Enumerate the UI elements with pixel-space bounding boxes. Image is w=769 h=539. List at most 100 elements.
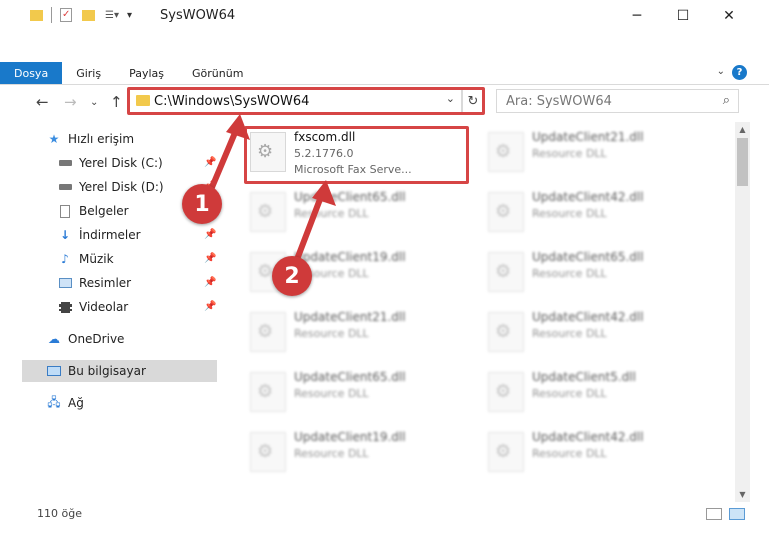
new-folder-icon[interactable]	[82, 9, 95, 21]
customize-toolbar-icon[interactable]: ▾	[127, 10, 132, 21]
sidebar-item-downloads[interactable]: ↓ İndirmeler	[57, 224, 141, 246]
document-icon	[57, 204, 73, 218]
file-name: UpdateClient42.dll	[532, 430, 644, 444]
sidebar-item-label: OneDrive	[68, 332, 125, 346]
sidebar-item-label: Yerel Disk (C:)	[79, 156, 163, 170]
sidebar-item-label: İndirmeler	[79, 228, 141, 242]
up-button[interactable]: ↑	[110, 93, 123, 111]
back-button[interactable]: ←	[36, 93, 49, 111]
chevron-down-icon[interactable]: ⌄	[717, 66, 725, 77]
file-description: Resource DLL	[532, 327, 607, 340]
dll-file-icon	[250, 312, 286, 352]
close-button[interactable]: ✕	[706, 0, 752, 31]
sidebar-item-label: Ağ	[68, 396, 84, 410]
scroll-up-arrow-icon[interactable]: ▲	[735, 122, 750, 137]
tab-paylas[interactable]: Paylaş	[115, 62, 178, 84]
file-item[interactable]: UpdateClient21.dll Resource DLL	[482, 126, 702, 182]
folder-icon[interactable]	[30, 9, 43, 21]
pin-icon[interactable]: 📌	[204, 253, 216, 264]
sidebar-item-music[interactable]: ♪ Müzik	[57, 248, 114, 270]
sidebar-item-this-pc[interactable]: Bu bilgisayar	[22, 360, 217, 382]
dll-file-icon	[488, 372, 524, 412]
tab-giris[interactable]: Giriş	[62, 62, 115, 84]
file-name: UpdateClient5.dll	[532, 370, 636, 384]
item-count: 110 öğe	[37, 507, 82, 520]
divider	[51, 7, 52, 23]
file-highlight-box	[244, 126, 469, 184]
scroll-down-arrow-icon[interactable]: ▼	[735, 487, 750, 502]
drive-icon	[57, 156, 73, 170]
pin-icon[interactable]: 📌	[204, 157, 216, 168]
address-highlight-box	[127, 87, 485, 115]
sidebar-item-network[interactable]: 🖧 Ağ	[46, 392, 84, 414]
file-item[interactable]: UpdateClient19.dll Resource DLL	[244, 426, 464, 482]
tab-gorunum[interactable]: Görünüm	[178, 62, 257, 84]
file-name: UpdateClient42.dll	[532, 190, 644, 204]
sidebar-item-label: Bu bilgisayar	[68, 364, 146, 378]
dll-file-icon	[488, 132, 524, 172]
file-item[interactable]: UpdateClient65.dll Resource DLL	[244, 186, 464, 242]
sidebar-item-pictures[interactable]: Resimler	[57, 272, 131, 294]
picture-icon	[57, 276, 73, 290]
file-item[interactable]: UpdateClient21.dll Resource DLL	[244, 306, 464, 362]
scrollbar-thumb[interactable]	[737, 138, 748, 186]
ribbon-tabs: Dosya Giriş Paylaş Görünüm	[0, 62, 257, 84]
computer-icon	[46, 364, 62, 378]
sidebar-item-label: Belgeler	[79, 204, 129, 218]
file-description: Resource DLL	[294, 327, 369, 340]
sidebar-item-onedrive[interactable]: ☁ OneDrive	[46, 328, 124, 350]
file-item[interactable]: UpdateClient42.dll Resource DLL	[482, 306, 702, 362]
search-placeholder: Ara: SysWOW64	[506, 93, 612, 109]
search-input[interactable]: Ara: SysWOW64 ⌕	[496, 89, 739, 113]
callout-2: 2	[272, 256, 312, 296]
dll-file-icon	[488, 432, 524, 472]
maximize-button[interactable]: ☐	[660, 0, 706, 31]
dll-file-icon	[250, 192, 286, 232]
file-name: UpdateClient19.dll	[294, 430, 406, 444]
sidebar-item-documents[interactable]: Belgeler	[57, 200, 129, 222]
callout-1: 1	[182, 184, 222, 224]
pin-icon[interactable]: 📌	[204, 277, 216, 288]
file-name: UpdateClient21.dll	[532, 130, 644, 144]
file-description: Resource DLL	[532, 147, 607, 160]
large-icons-view-icon[interactable]	[729, 508, 745, 520]
dll-file-icon	[488, 252, 524, 292]
sidebar-item-label: Resimler	[79, 276, 132, 290]
sidebar-item-quick-access[interactable]: ★ Hızlı erişim	[46, 128, 134, 150]
view-icon[interactable]: ☰▾	[105, 10, 119, 21]
file-description: Resource DLL	[532, 447, 607, 460]
recent-locations-button[interactable]: ⌄	[90, 97, 98, 108]
file-description: Resource DLL	[532, 207, 607, 220]
file-name: UpdateClient65.dll	[532, 250, 644, 264]
properties-icon[interactable]: ✓	[60, 8, 72, 22]
file-description: Resource DLL	[532, 387, 607, 400]
sidebar-item-local-disk-d[interactable]: Yerel Disk (D:)	[57, 176, 164, 198]
file-item[interactable]: UpdateClient42.dll Resource DLL	[482, 186, 702, 242]
download-icon: ↓	[59, 228, 71, 242]
file-item[interactable]: UpdateClient5.dll Resource DLL	[482, 366, 702, 422]
divider	[0, 84, 769, 85]
file-item[interactable]: UpdateClient65.dll Resource DLL	[244, 366, 464, 422]
minimize-button[interactable]: ─	[614, 0, 660, 31]
star-icon: ★	[48, 132, 60, 146]
sidebar-item-local-disk-c[interactable]: Yerel Disk (C:)	[57, 152, 163, 174]
file-description: Resource DLL	[294, 447, 369, 460]
sidebar-item-label: Müzik	[79, 252, 114, 266]
tab-dosya[interactable]: Dosya	[0, 62, 63, 84]
file-item[interactable]: UpdateClient42.dll Resource DLL	[482, 426, 702, 482]
quick-access-toolbar: ✓ ☰▾ ▾	[30, 7, 132, 23]
details-view-icon[interactable]	[706, 508, 722, 520]
file-name: UpdateClient21.dll	[294, 310, 406, 324]
window-title: SysWOW64	[160, 8, 236, 23]
forward-button[interactable]: →	[64, 93, 77, 111]
pin-icon[interactable]: 📌	[204, 301, 216, 312]
sidebar-item-label: Videolar	[79, 300, 129, 314]
search-icon[interactable]: ⌕	[723, 93, 730, 108]
file-description: Resource DLL	[294, 387, 369, 400]
file-item[interactable]: UpdateClient65.dll Resource DLL	[482, 246, 702, 302]
help-icon[interactable]: ?	[732, 65, 747, 80]
network-icon: 🖧	[47, 394, 61, 409]
sidebar-item-videos[interactable]: Videolar	[57, 296, 128, 318]
pin-icon[interactable]: 📌	[204, 229, 216, 240]
file-name: UpdateClient42.dll	[532, 310, 644, 324]
